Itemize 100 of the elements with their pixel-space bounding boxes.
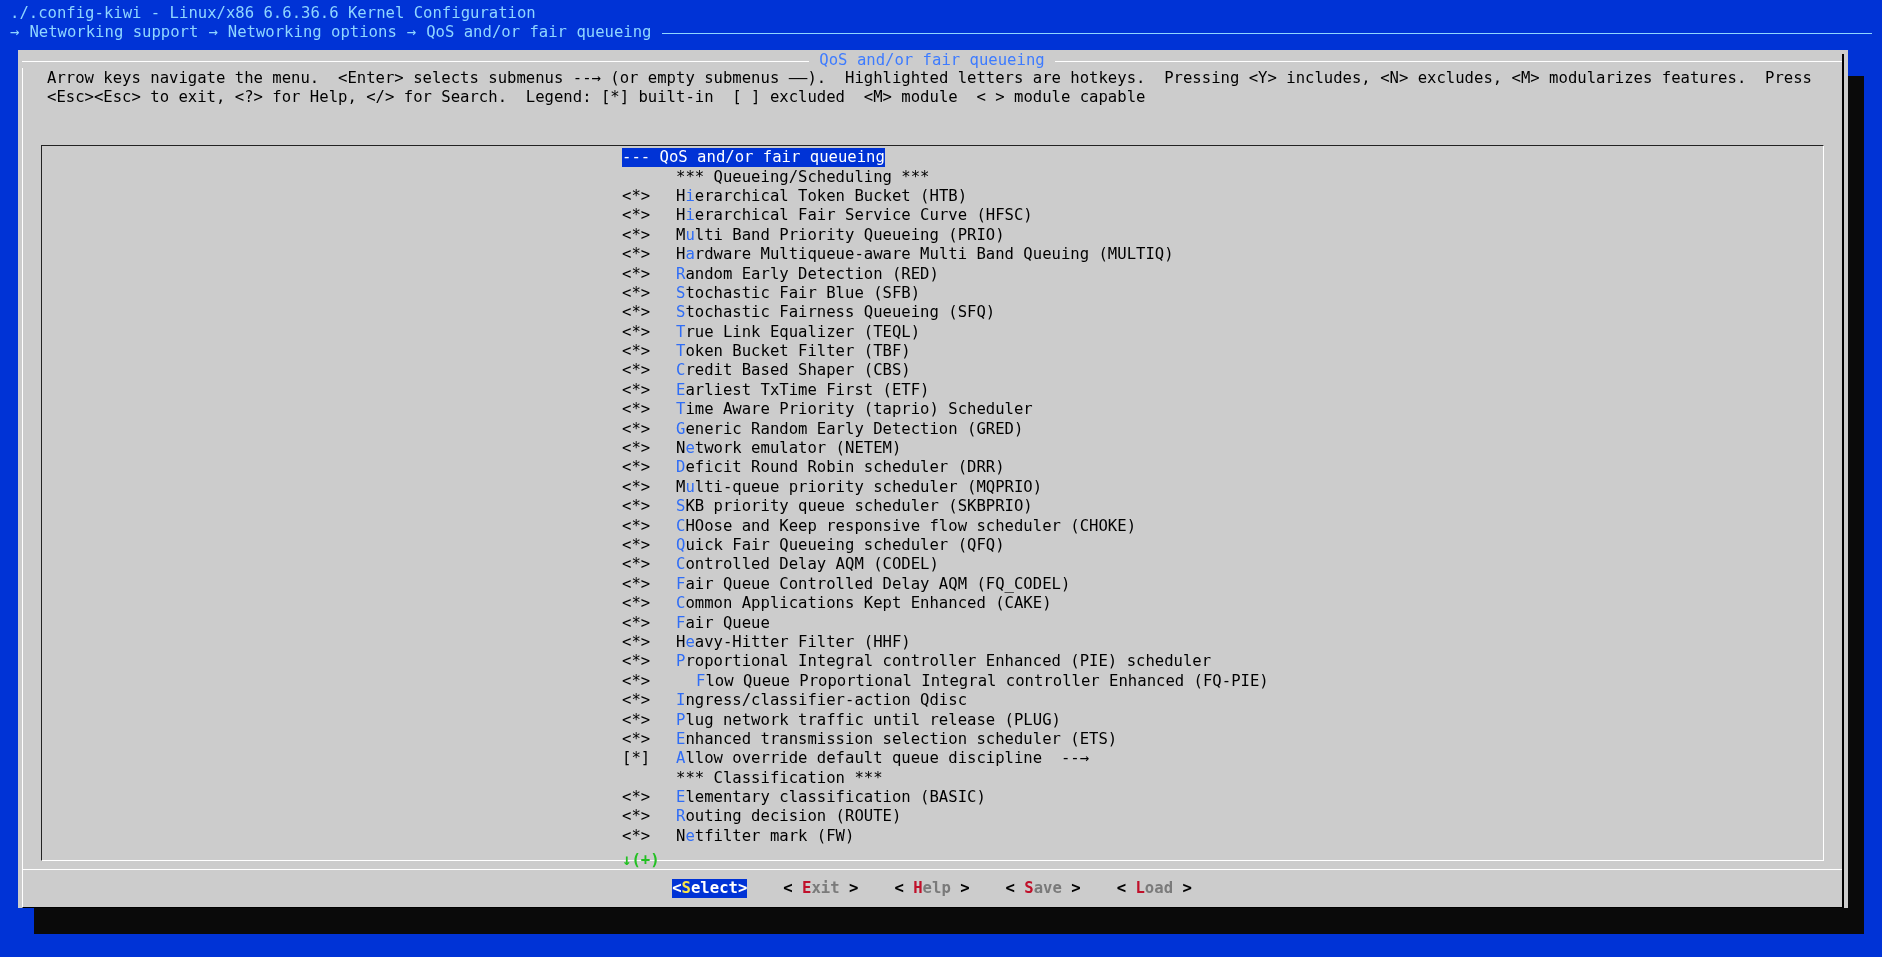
- status-mark: <*>: [622, 671, 652, 691]
- item-label: Generic Random Early Detection (GRED): [676, 419, 1024, 439]
- status-mark: <*>: [622, 788, 652, 808]
- dialog-title: QoS and/or fair queueing: [818, 50, 1046, 71]
- item-label: SKB priority queue scheduler (SKBPRIO): [676, 497, 1033, 517]
- status-mark: <*>: [622, 400, 652, 420]
- item-label: Stochastic Fair Blue (SFB): [676, 283, 921, 303]
- item-label: CHOose and Keep responsive flow scheduler (CHOKE): [676, 516, 1137, 536]
- menu-item[interactable]: <*> CHOose and Keep responsive flow scheduler (CHOKE): [622, 516, 1137, 536]
- menu-button[interactable]: <Select>: [672, 879, 748, 898]
- menu-item[interactable]: <*> Fair Queue Controlled Delay AQM (FQ_CODEL): [622, 574, 1071, 594]
- menu-item[interactable]: <*> Generic Random Early Detection (GRED): [622, 419, 1024, 439]
- menu-item[interactable]: <*> Heavy-Hitter Filter (HHF): [622, 632, 911, 653]
- item-label: Multi Band Priority Queueing (PRIO): [676, 225, 1005, 245]
- menu-item[interactable]: <*> Hierarchical Fair Service Curve (HFSC): [622, 206, 1033, 226]
- status-mark: <*>: [622, 206, 652, 226]
- menu-button[interactable]: < Load >: [1116, 879, 1192, 898]
- menu-item[interactable]: <*> Stochastic Fairness Queueing (SFQ): [622, 303, 996, 323]
- menu-item[interactable]: <*> Hierarchical Token Bucket (HTB): [622, 186, 968, 207]
- breadcrumb-item: Networking options: [227, 22, 397, 44]
- item-label: Time Aware Priority (taprio) Scheduler: [676, 400, 1033, 420]
- menu-item[interactable]: --- QoS and/or fair queueing: [622, 148, 885, 168]
- menu-item[interactable]: <*> Earliest TxTime First (ETF): [622, 380, 930, 401]
- item-label: Routing decision (ROUTE): [676, 807, 902, 827]
- status-mark: <*>: [622, 691, 652, 711]
- menu-item[interactable]: <*> Common Applications Kept Enhanced (CAKE): [622, 594, 1052, 614]
- breadcrumb-item: Networking support: [29, 22, 199, 44]
- item-label: Ingress/classifier-action Qdisc: [676, 691, 968, 711]
- item-label: Heavy-Hitter Filter (HHF): [676, 632, 911, 652]
- status-mark: <*>: [622, 594, 652, 614]
- item-label: Hierarchical Token Bucket (HTB): [676, 186, 968, 206]
- menu-item[interactable]: [*] Allow override default queue discipline --→: [622, 749, 1090, 769]
- status-mark: <*>: [622, 361, 652, 381]
- menu-item[interactable]: <*> Routing decision (ROUTE): [622, 807, 902, 827]
- item-label: Fair Queue: [676, 613, 770, 633]
- status-mark: <*>: [622, 439, 652, 459]
- item-label: Elementary classification (BASIC): [676, 788, 986, 808]
- menu-item[interactable]: <*> Multi-queue priority scheduler (MQPRIO): [622, 477, 1043, 498]
- item-label: Proportional Integral controller Enhanced (PIE) scheduler: [676, 652, 1212, 672]
- help-text: <Esc><Esc> to exit, <?> for Help, </> for Search. Legend: [*] built-in [ ] excluded <M> module < > module capable: [47, 88, 1146, 107]
- item-label: Token Bucket Filter (TBF): [676, 342, 911, 362]
- status-mark: <*>: [622, 458, 652, 478]
- menu-item[interactable]: <*> Quick Fair Queueing scheduler (QFQ): [622, 535, 1005, 556]
- status-mark: <*>: [622, 574, 652, 594]
- menu-button[interactable]: < Exit >: [783, 879, 859, 898]
- menu-item[interactable]: <*> Hardware Multiqueue-aware Multi Band Queuing (MULTIQ): [622, 244, 1174, 265]
- menu-item[interactable]: <*> True Link Equalizer (TEQL): [622, 322, 921, 342]
- item-label: Allow override default queue discipline --→: [676, 749, 1090, 769]
- status-mark: <*>: [622, 652, 652, 672]
- menu-button[interactable]: < Save >: [1005, 879, 1081, 898]
- menu-item[interactable]: <*> Credit Based Shaper (CBS): [622, 361, 911, 381]
- window-title: ./.config-kiwi - Linux/x86 6.6.36.6 Kernel Configuration: [10, 4, 536, 22]
- status-mark: <*>: [622, 380, 652, 400]
- help-text: Arrow keys navigate the menu. <Enter> selects submenus --→ (or empty submenus ——). Highlighted letters are hotkeys. Pressing <Y> includes, <N> excludes, <M> modularizes features. Press: [47, 69, 1812, 88]
- section-heading: *** Classification ***: [676, 768, 883, 788]
- menu-item[interactable]: <*> Multi Band Priority Queueing (PRIO): [622, 225, 1005, 245]
- menu-item[interactable]: <*> Controlled Delay AQM (CODEL): [622, 555, 939, 575]
- status-mark: <*>: [622, 536, 652, 555]
- status-mark: <*>: [622, 264, 652, 284]
- status-mark: <*>: [622, 477, 652, 497]
- menu-item[interactable]: <*> Enhanced transmission selection scheduler (ETS): [622, 729, 1118, 750]
- menu-item[interactable]: <*> Flow Queue Proportional Integral controller Enhanced (FQ-PIE): [622, 671, 1269, 691]
- menu-item[interactable]: <*> Netfilter mark (FW): [622, 826, 855, 847]
- menu-item[interactable]: <*> Fair Queue: [622, 613, 770, 633]
- breadcrumb-item: QoS and/or fair queueing: [426, 22, 652, 44]
- item-label: Multi-queue priority scheduler (MQPRIO): [676, 477, 1043, 497]
- item-label: Credit Based Shaper (CBS): [676, 361, 911, 381]
- menu-button[interactable]: < Help >: [894, 879, 970, 898]
- status-mark: <*>: [622, 613, 652, 633]
- menu-item[interactable]: <*> SKB priority queue scheduler (SKBPRIO): [622, 497, 1033, 517]
- item-label: Random Early Detection (RED): [676, 264, 939, 284]
- menu-item[interactable]: <*> Token Bucket Filter (TBF): [622, 341, 911, 362]
- status-mark: <*>: [622, 186, 652, 206]
- menu-item[interactable]: <*> Ingress/classifier-action Qdisc: [622, 690, 968, 711]
- breadcrumb-separator: →: [208, 22, 218, 44]
- item-label: Netfilter mark (FW): [676, 826, 855, 846]
- menu-item[interactable]: <*> Plug network traffic until release (PLUG): [622, 710, 1061, 730]
- status-mark: <*>: [622, 516, 652, 536]
- menu-item[interactable]: <*> Time Aware Priority (taprio) Scheduler: [622, 400, 1033, 420]
- item-label: Quick Fair Queueing scheduler (QFQ): [676, 536, 1005, 555]
- menu-item[interactable]: <*> Proportional Integral controller Enhanced (PIE) scheduler: [622, 652, 1212, 672]
- item-label: Fair Queue Controlled Delay AQM (FQ_CODEL): [676, 574, 1071, 594]
- menu-item[interactable]: <*> Deficit Round Robin scheduler (DRR): [622, 458, 1005, 478]
- item-label: Plug network traffic until release (PLUG): [676, 710, 1061, 730]
- menu-item[interactable]: <*> Network emulator (NETEM): [622, 438, 902, 459]
- menu-item[interactable]: <*> Stochastic Fair Blue (SFB): [622, 283, 921, 304]
- status-mark: <*>: [622, 419, 652, 439]
- menu-item[interactable]: <*> Elementary classification (BASIC): [622, 787, 986, 808]
- status-mark: <*>: [622, 225, 652, 245]
- status-mark: <*>: [622, 303, 652, 323]
- item-label: Common Applications Kept Enhanced (CAKE): [676, 594, 1052, 614]
- item-label: Stochastic Fairness Queueing (SFQ): [676, 303, 996, 323]
- section-heading: *** Queueing/Scheduling ***: [676, 167, 930, 187]
- menu-item[interactable]: <*> Random Early Detection (RED): [622, 264, 939, 284]
- item-label: Hierarchical Fair Service Curve (HFSC): [676, 206, 1033, 226]
- breadcrumb-separator: →: [10, 22, 20, 44]
- item-label: Flow Queue Proportional Integral controller Enhanced (FQ-PIE): [696, 671, 1269, 691]
- status-mark: [*]: [622, 749, 652, 769]
- item-label: Controlled Delay AQM (CODEL): [676, 555, 939, 575]
- status-mark: <*>: [622, 245, 652, 265]
